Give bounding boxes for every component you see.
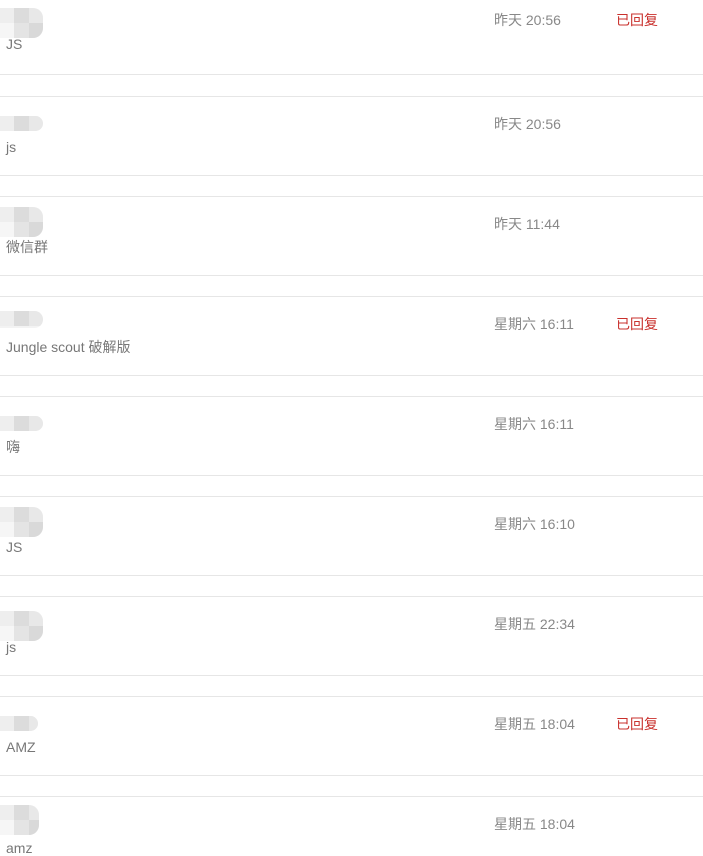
message-row[interactable]: AMZ 星期五 18:04 已回复 <box>0 697 703 776</box>
message-row[interactable]: JS 星期六 16:10 <box>0 497 703 576</box>
message-text: Jungle scout 破解版 <box>6 339 131 355</box>
message-text: amz <box>6 840 33 856</box>
avatar[interactable] <box>0 311 43 328</box>
message-text: js <box>6 139 17 155</box>
avatar[interactable] <box>0 416 43 431</box>
message-time: 星期五 18:04 <box>494 816 575 832</box>
reply-status: 已回复 <box>616 716 658 732</box>
message-row[interactable]: js 星期五 22:34 <box>0 597 703 676</box>
message-time: 昨天 11:44 <box>494 216 560 232</box>
message-row[interactable]: amz 星期五 18:04 <box>0 797 703 856</box>
avatar[interactable] <box>0 116 43 131</box>
message-row[interactable]: js 昨天 20:56 <box>0 97 703 176</box>
message-time: 昨天 20:56 <box>494 12 561 28</box>
avatar[interactable] <box>0 716 38 731</box>
message-row[interactable]: 嗨 星期六 16:11 <box>0 397 703 476</box>
message-time: 星期六 16:10 <box>494 516 575 532</box>
message-list: JS 昨天 20:56 已回复 js 昨天 20:56 微信群 昨天 11:44… <box>0 0 703 856</box>
message-row[interactable]: Jungle scout 破解版 星期六 16:11 已回复 <box>0 297 703 376</box>
message-time: 星期五 22:34 <box>494 616 575 632</box>
avatar[interactable] <box>0 805 39 835</box>
message-text: js <box>6 639 17 655</box>
message-text: JS <box>6 36 23 52</box>
message-text: 嗨 <box>6 439 20 455</box>
message-text: 微信群 <box>6 239 48 255</box>
message-text: AMZ <box>6 739 36 755</box>
message-time: 星期六 16:11 <box>494 416 574 432</box>
avatar[interactable] <box>0 507 43 537</box>
reply-status: 已回复 <box>616 12 658 28</box>
message-row[interactable]: JS 昨天 20:56 已回复 <box>0 0 703 75</box>
message-row[interactable]: 微信群 昨天 11:44 <box>0 197 703 276</box>
message-time: 星期六 16:11 <box>494 316 574 332</box>
avatar[interactable] <box>0 8 43 38</box>
message-text: JS <box>6 539 23 555</box>
avatar[interactable] <box>0 611 43 641</box>
reply-status: 已回复 <box>616 316 658 332</box>
message-time: 昨天 20:56 <box>494 116 561 132</box>
avatar[interactable] <box>0 207 43 237</box>
message-time: 星期五 18:04 <box>494 716 575 732</box>
